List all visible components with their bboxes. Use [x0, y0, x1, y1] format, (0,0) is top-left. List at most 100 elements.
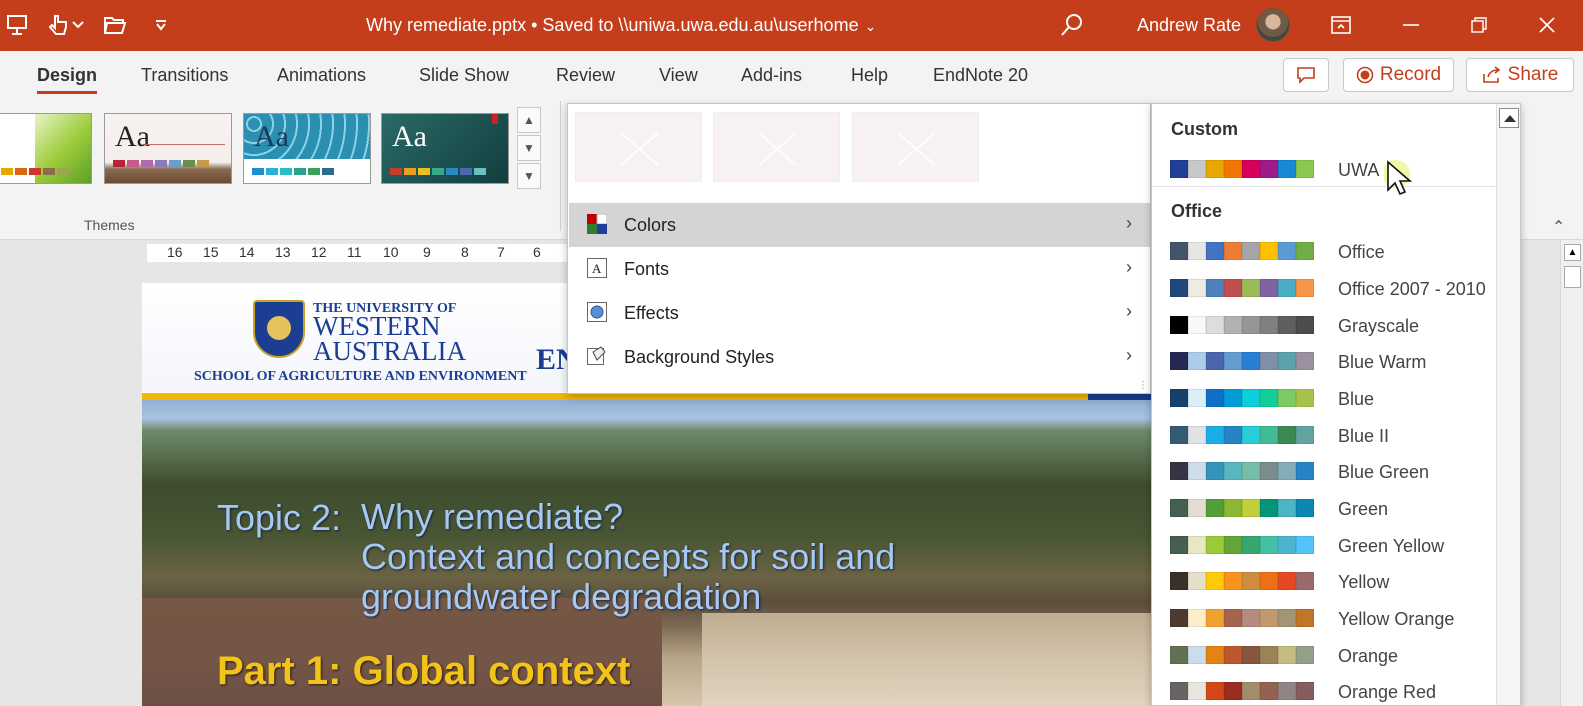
- restore-icon[interactable]: [1464, 12, 1494, 38]
- theme-thumbnail[interactable]: [0, 113, 92, 184]
- uwa-crest-logo: [253, 300, 305, 358]
- part-heading: Part 1: Global context: [217, 649, 631, 693]
- topic-label: Topic 2:: [217, 497, 342, 538]
- variant-thumbnail[interactable]: [713, 112, 840, 182]
- scroll-up-icon[interactable]: ▲: [1564, 244, 1581, 261]
- submenu-scrollbar[interactable]: [1496, 104, 1520, 705]
- color-swatch: [1242, 426, 1260, 444]
- color-swatch: [1170, 646, 1188, 664]
- scroll-up-icon[interactable]: [1499, 108, 1519, 128]
- color-swatch: [1206, 609, 1224, 627]
- tab-review[interactable]: Review: [556, 65, 615, 86]
- scroll-thumb[interactable]: [1564, 266, 1581, 288]
- variant-thumbnail[interactable]: [852, 112, 979, 182]
- color-swatch: [1242, 316, 1260, 334]
- topic-title-line: Context and concepts for soil and: [361, 536, 896, 577]
- color-swatch: [1170, 572, 1188, 590]
- color-swatches: [1170, 609, 1314, 627]
- color-scheme-blue[interactable]: Blue: [1170, 382, 1482, 412]
- color-swatch: [1296, 389, 1314, 407]
- menu-item-label: Effects: [624, 303, 679, 323]
- gallery-more-icon[interactable]: ▼: [517, 163, 541, 189]
- gallery-up-icon[interactable]: ▲: [517, 107, 541, 133]
- minimize-icon[interactable]: [1396, 12, 1426, 38]
- open-folder-icon[interactable]: [102, 12, 128, 38]
- color-swatch: [1188, 609, 1206, 627]
- tab-add-ins[interactable]: Add-ins: [741, 65, 802, 86]
- color-swatch: [1224, 462, 1242, 480]
- menu-item-background-styles[interactable]: Background Styles ›: [569, 335, 1150, 379]
- chevron-down-icon[interactable]: [70, 12, 86, 38]
- color-scheme-grayscale[interactable]: Grayscale: [1170, 309, 1482, 339]
- color-swatch: [1296, 426, 1314, 444]
- comments-button[interactable]: [1283, 58, 1329, 92]
- color-swatch: [1206, 426, 1224, 444]
- color-scheme-office[interactable]: Office: [1170, 235, 1482, 265]
- collapse-ribbon-icon[interactable]: ⌃: [1552, 217, 1565, 237]
- header-blue-bar: [1088, 393, 1151, 400]
- color-swatch: [1224, 646, 1242, 664]
- tab-design[interactable]: Design: [37, 65, 98, 94]
- tab-endnote[interactable]: EndNote 20: [933, 65, 1028, 86]
- color-scheme-yellow-orange[interactable]: Yellow Orange: [1170, 602, 1482, 632]
- share-label: Share: [1507, 64, 1559, 85]
- color-scheme-blue-warm[interactable]: Blue Warm: [1170, 345, 1482, 375]
- color-swatch: [1170, 279, 1188, 297]
- avatar[interactable]: [1256, 8, 1290, 42]
- color-scheme-office-2007-2010[interactable]: Office 2007 - 2010: [1170, 272, 1486, 302]
- color-scheme-orange-red[interactable]: Orange Red: [1170, 675, 1482, 705]
- touch-mode-icon[interactable]: [44, 12, 70, 38]
- tab-view[interactable]: View: [659, 65, 698, 86]
- header-gold-bar: [142, 393, 1088, 400]
- color-scheme-orange[interactable]: Orange: [1170, 639, 1482, 669]
- color-swatch: [1206, 572, 1224, 590]
- fonts-icon: A: [587, 258, 607, 278]
- color-swatches: [1170, 352, 1314, 370]
- color-scheme-green[interactable]: Green: [1170, 492, 1482, 522]
- horizontal-ruler[interactable]: 16 15 14 13 12 11 10 9 8 7 6: [147, 244, 567, 262]
- vertical-scrollbar[interactable]: ▲: [1560, 240, 1583, 706]
- color-scheme-uwa[interactable]: UWA: [1170, 153, 1482, 183]
- ribbon-display-options-icon[interactable]: [1326, 12, 1356, 38]
- color-scheme-green-yellow[interactable]: Green Yellow: [1170, 529, 1482, 559]
- theme-thumbnail[interactable]: Aa: [104, 113, 232, 184]
- color-swatch: [1260, 609, 1278, 627]
- gallery-down-icon[interactable]: ▼: [517, 135, 541, 161]
- theme-thumbnail[interactable]: Aa: [243, 113, 371, 184]
- record-button[interactable]: Record: [1343, 58, 1454, 92]
- color-swatch: [1188, 572, 1206, 590]
- theme-thumbnail[interactable]: Aa: [381, 113, 509, 184]
- color-swatch: [1278, 352, 1296, 370]
- user-name[interactable]: Andrew Rate: [1137, 15, 1241, 36]
- color-scheme-yellow[interactable]: Yellow: [1170, 565, 1482, 595]
- tab-slide-show[interactable]: Slide Show: [419, 65, 509, 86]
- school-name: SCHOOL OF AGRICULTURE AND ENVIRONMENT: [194, 369, 527, 384]
- color-swatch: [1188, 279, 1206, 297]
- color-scheme-blue-green[interactable]: Blue Green: [1170, 455, 1482, 485]
- presenter-icon[interactable]: [4, 12, 30, 38]
- color-swatch: [1242, 352, 1260, 370]
- menu-item-colors[interactable]: Colors ›: [569, 203, 1150, 247]
- color-swatch: [1278, 279, 1296, 297]
- variant-thumbnail[interactable]: [575, 112, 702, 182]
- menu-item-effects[interactable]: Effects ›: [569, 291, 1150, 335]
- search-icon[interactable]: [1060, 12, 1084, 43]
- color-swatch: [1206, 646, 1224, 664]
- customize-toolbar-icon[interactable]: [148, 12, 174, 38]
- menu-item-label: Fonts: [624, 259, 670, 279]
- color-scheme-name: Green: [1338, 499, 1389, 519]
- color-swatch: [1170, 536, 1188, 554]
- color-swatch: [1242, 279, 1260, 297]
- menu-item-fonts[interactable]: A Fonts ›: [569, 247, 1150, 291]
- document-title-text: Why remediate.pptx • Saved to \\uniwa.uw…: [366, 15, 859, 35]
- tab-animations[interactable]: Animations: [277, 65, 366, 86]
- tab-help[interactable]: Help: [851, 65, 888, 86]
- color-scheme-blue-ii[interactable]: Blue II: [1170, 419, 1482, 449]
- close-icon[interactable]: [1532, 12, 1562, 38]
- share-button[interactable]: Share: [1466, 58, 1574, 92]
- color-swatches: [1170, 389, 1314, 407]
- ribbon-tabs: Design Transitions Animations Slide Show…: [0, 51, 1583, 99]
- tab-transitions[interactable]: Transitions: [141, 65, 228, 86]
- document-title[interactable]: Why remediate.pptx • Saved to \\uniwa.uw…: [366, 15, 876, 36]
- ruler-tick: 14: [239, 244, 255, 260]
